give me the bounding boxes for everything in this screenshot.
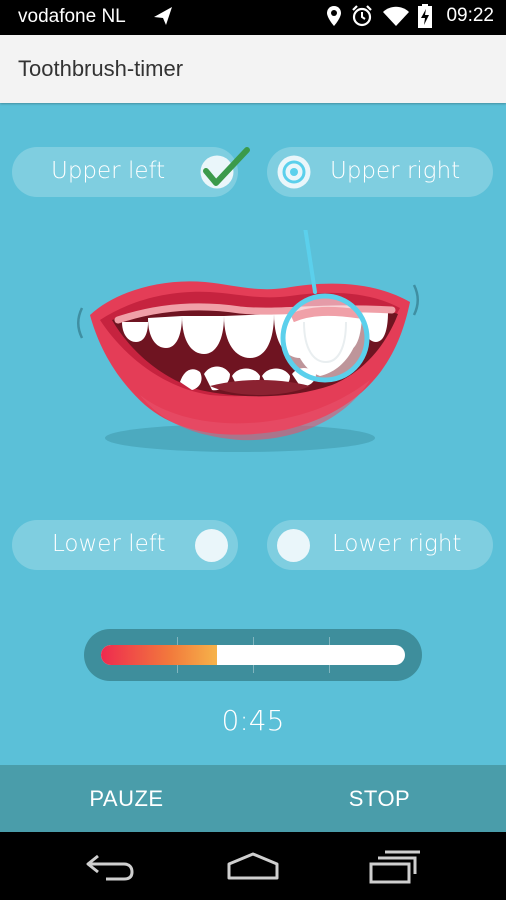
zone-lower-left-label: Lower left: [52, 531, 166, 557]
zone-lower-right-label: Lower right: [332, 531, 462, 557]
roaming-arrow-icon: [154, 7, 172, 25]
zone-upper-left[interactable]: Upper left: [12, 147, 250, 197]
status-icons: 09:22: [326, 4, 494, 28]
pending-dot-icon: [195, 529, 228, 562]
battery-charging-icon: [418, 4, 433, 28]
navigation-bar: [0, 832, 506, 900]
timer-readout: 0:45: [221, 704, 285, 737]
status-clock: 09:22: [446, 5, 494, 26]
zone-lower-right[interactable]: Lower right: [267, 520, 493, 570]
status-bar: vodafone NL 09:22: [0, 0, 506, 35]
mouth-illustration: [77, 230, 419, 452]
control-bar: PAUZE STOP: [0, 765, 506, 832]
checkmark-icon: [200, 147, 250, 189]
recents-icon[interactable]: [368, 850, 422, 884]
app-bar: Toothbrush-timer: [0, 35, 506, 103]
progress-bar: [84, 629, 422, 681]
zone-upper-right[interactable]: Upper right: [267, 147, 493, 197]
active-target-icon: [277, 155, 311, 189]
back-icon[interactable]: [84, 850, 136, 882]
alarm-icon: [352, 5, 373, 27]
progress-fill: [101, 645, 217, 665]
stop-button[interactable]: STOP: [253, 765, 506, 832]
wifi-icon: [383, 6, 410, 26]
pending-dot-icon: [277, 529, 310, 562]
zone-upper-right-label: Upper right: [330, 158, 461, 184]
home-icon[interactable]: [226, 850, 280, 882]
location-icon: [327, 6, 342, 26]
carrier-name: vodafone NL: [18, 6, 126, 27]
app-title: Toothbrush-timer: [18, 56, 184, 81]
zone-upper-left-label: Upper left: [51, 158, 166, 184]
zone-lower-left[interactable]: Lower left: [12, 520, 238, 570]
pause-button[interactable]: PAUZE: [0, 765, 253, 832]
progress-track: [101, 645, 405, 665]
